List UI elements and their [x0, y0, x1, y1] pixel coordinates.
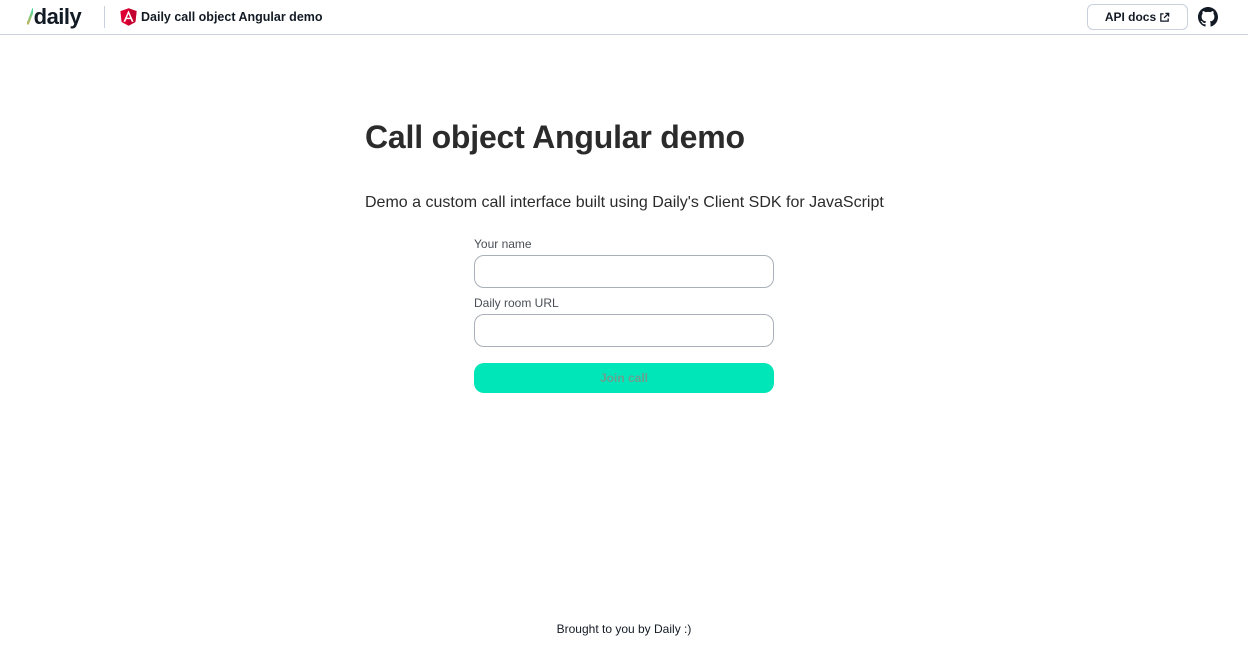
top-header: / daily Daily call object Angular demo A… — [0, 0, 1248, 35]
logo-text: daily — [33, 4, 82, 29]
angular-icon — [120, 8, 137, 26]
room-url-label: Daily room URL — [474, 296, 559, 310]
page-subtitle: Demo a custom call interface built using… — [365, 194, 884, 211]
external-link-icon — [1160, 12, 1170, 22]
header-title: Daily call object Angular demo — [141, 10, 323, 24]
daily-logo[interactable]: / daily — [27, 4, 82, 30]
api-docs-button[interactable]: API docs — [1087, 4, 1188, 30]
logo-slash: / — [27, 4, 33, 29]
join-call-button[interactable]: Join call — [474, 363, 774, 393]
footer-text: Brought to you by Daily :) — [556, 622, 692, 636]
name-input[interactable] — [474, 255, 774, 288]
room-url-input[interactable] — [474, 314, 774, 347]
github-icon[interactable] — [1198, 7, 1218, 27]
page-title: Call object Angular demo — [365, 119, 745, 155]
header-divider — [104, 6, 105, 28]
api-docs-label: API docs — [1104, 10, 1157, 24]
name-label: Your name — [474, 237, 532, 251]
